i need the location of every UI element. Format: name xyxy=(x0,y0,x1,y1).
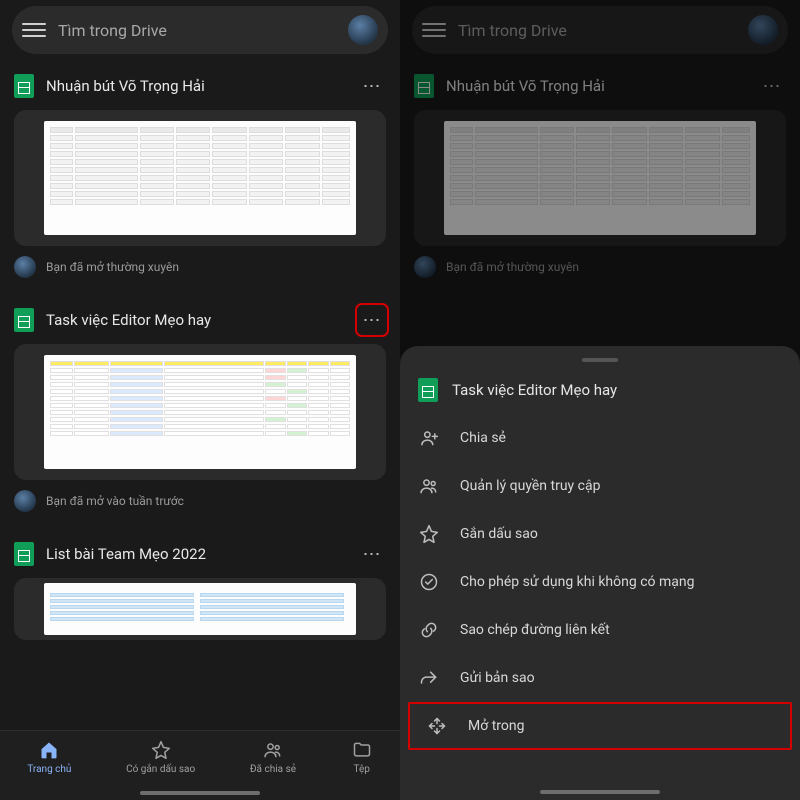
home-indicator xyxy=(540,790,660,794)
open-in-icon xyxy=(426,715,448,737)
nav-files[interactable]: Tệp xyxy=(351,739,373,775)
file-thumbnail[interactable] xyxy=(14,344,386,480)
sheet-title: Task việc Editor Mẹo hay xyxy=(452,381,617,399)
avatar[interactable] xyxy=(748,15,778,45)
more-button[interactable]: ⋯ xyxy=(358,540,386,568)
person-add-icon xyxy=(418,427,440,449)
sheets-icon xyxy=(14,308,34,332)
file-subrow: Bạn đã mở thường xuyên xyxy=(400,254,800,288)
nav-label: Có gắn dấu sao xyxy=(126,764,195,775)
folder-icon xyxy=(351,739,373,761)
menu-manage-access[interactable]: Quản lý quyền truy cập xyxy=(400,462,800,510)
right-screenshot: Tìm trong Drive Nhuận bút Võ Trọng Hải ⋯ xyxy=(400,0,800,800)
file-list: Nhuận bút Võ Trọng Hải ⋯ xyxy=(0,64,400,800)
menu-offline[interactable]: Cho phép sử dụng khi không có mạng xyxy=(400,558,800,606)
more-button[interactable]: ⋯ xyxy=(758,72,786,100)
menu-star[interactable]: Gắn dấu sao xyxy=(400,510,800,558)
search-bar[interactable]: Tìm trong Drive xyxy=(412,6,788,54)
owner-avatar xyxy=(14,490,36,512)
file-thumbnail[interactable] xyxy=(14,110,386,246)
menu-share[interactable]: Chia sẻ xyxy=(400,414,800,462)
file-item: List bài Team Mẹo 2022 ⋯ xyxy=(0,532,400,640)
people-icon xyxy=(418,475,440,497)
nav-home[interactable]: Trang chủ xyxy=(27,739,71,775)
file-header[interactable]: Task việc Editor Mẹo hay ⋯ xyxy=(0,298,400,338)
search-placeholder: Tìm trong Drive xyxy=(58,21,348,40)
file-header[interactable]: Nhuận bút Võ Trọng Hải ⋯ xyxy=(400,64,800,104)
menu-label: Quản lý quyền truy cập xyxy=(460,478,600,494)
menu-label: Sao chép đường liên kết xyxy=(460,622,610,638)
left-screenshot: Tìm trong Drive Nhuận bút Võ Trọng Hải ⋯ xyxy=(0,0,400,800)
forward-icon xyxy=(418,667,440,689)
sheets-icon xyxy=(418,378,438,402)
file-item: Task việc Editor Mẹo hay ⋯ xyxy=(0,298,400,522)
star-icon xyxy=(150,739,172,761)
more-button[interactable]: ⋯ xyxy=(358,306,386,334)
sheets-icon xyxy=(14,74,34,98)
file-subtitle: Bạn đã mở thường xuyên xyxy=(46,260,179,274)
menu-icon[interactable] xyxy=(422,18,446,42)
menu-label: Chia sẻ xyxy=(460,430,506,446)
link-icon xyxy=(418,619,440,641)
menu-label: Cho phép sử dụng khi không có mạng xyxy=(460,574,694,590)
nav-label: Đã chia sẻ xyxy=(250,764,296,775)
menu-icon[interactable] xyxy=(22,18,46,42)
nav-shared[interactable]: Đã chia sẻ xyxy=(250,739,296,775)
sheet-handle[interactable] xyxy=(582,358,618,362)
sheets-icon xyxy=(14,542,34,566)
file-header[interactable]: List bài Team Mẹo 2022 ⋯ xyxy=(0,532,400,572)
star-icon xyxy=(418,523,440,545)
more-button[interactable]: ⋯ xyxy=(358,72,386,100)
file-item: Nhuận bút Võ Trọng Hải ⋯ xyxy=(400,64,800,288)
menu-label: Gửi bản sao xyxy=(460,670,535,686)
home-icon xyxy=(38,739,60,761)
nav-starred[interactable]: Có gắn dấu sao xyxy=(126,739,195,775)
menu-label: Gắn dấu sao xyxy=(460,526,538,542)
file-title: Task việc Editor Mẹo hay xyxy=(46,311,346,329)
file-subtitle: Bạn đã mở thường xuyên xyxy=(446,260,579,274)
file-subrow: Bạn đã mở vào tuần trước xyxy=(0,488,400,522)
file-title: Nhuận bút Võ Trọng Hải xyxy=(46,77,346,95)
file-item: Nhuận bút Võ Trọng Hải ⋯ xyxy=(0,64,400,288)
sheet-header: Task việc Editor Mẹo hay xyxy=(400,372,800,414)
bottom-nav: Trang chủ Có gắn dấu sao Đã chia sẻ Tệp xyxy=(0,730,400,800)
bottom-sheet: Task việc Editor Mẹo hay Chia sẻ Quản lý… xyxy=(400,346,800,800)
menu-send-copy[interactable]: Gửi bản sao xyxy=(400,654,800,702)
menu-copy-link[interactable]: Sao chép đường liên kết xyxy=(400,606,800,654)
people-icon xyxy=(262,739,284,761)
file-thumbnail[interactable] xyxy=(14,578,386,640)
file-header[interactable]: Nhuận bút Võ Trọng Hải ⋯ xyxy=(0,64,400,104)
owner-avatar xyxy=(14,256,36,278)
file-subtitle: Bạn đã mở vào tuần trước xyxy=(46,494,184,508)
nav-label: Trang chủ xyxy=(27,764,71,775)
home-indicator xyxy=(140,791,260,795)
menu-open-in[interactable]: Mở trong xyxy=(408,702,792,750)
avatar[interactable] xyxy=(348,15,378,45)
offline-icon xyxy=(418,571,440,593)
owner-avatar xyxy=(414,256,436,278)
search-bar[interactable]: Tìm trong Drive xyxy=(12,6,388,54)
nav-label: Tệp xyxy=(353,764,369,775)
file-thumbnail[interactable] xyxy=(414,110,786,246)
file-title: List bài Team Mẹo 2022 xyxy=(46,545,346,563)
file-subrow: Bạn đã mở thường xuyên xyxy=(0,254,400,288)
search-placeholder: Tìm trong Drive xyxy=(458,21,748,40)
menu-label: Mở trong xyxy=(468,718,524,734)
file-title: Nhuận bút Võ Trọng Hải xyxy=(446,77,746,95)
sheets-icon xyxy=(414,74,434,98)
